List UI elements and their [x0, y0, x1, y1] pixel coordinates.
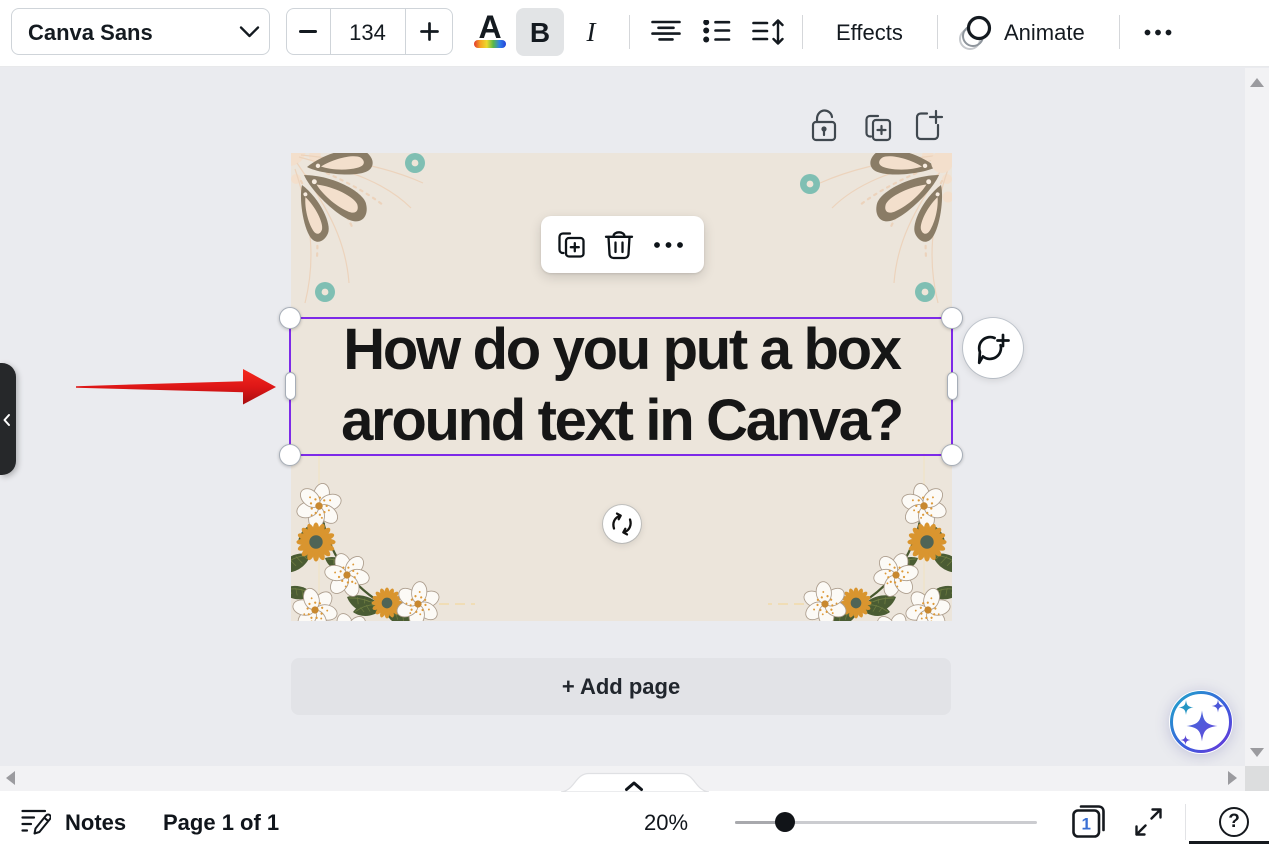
- svg-text:1: 1: [1081, 815, 1090, 834]
